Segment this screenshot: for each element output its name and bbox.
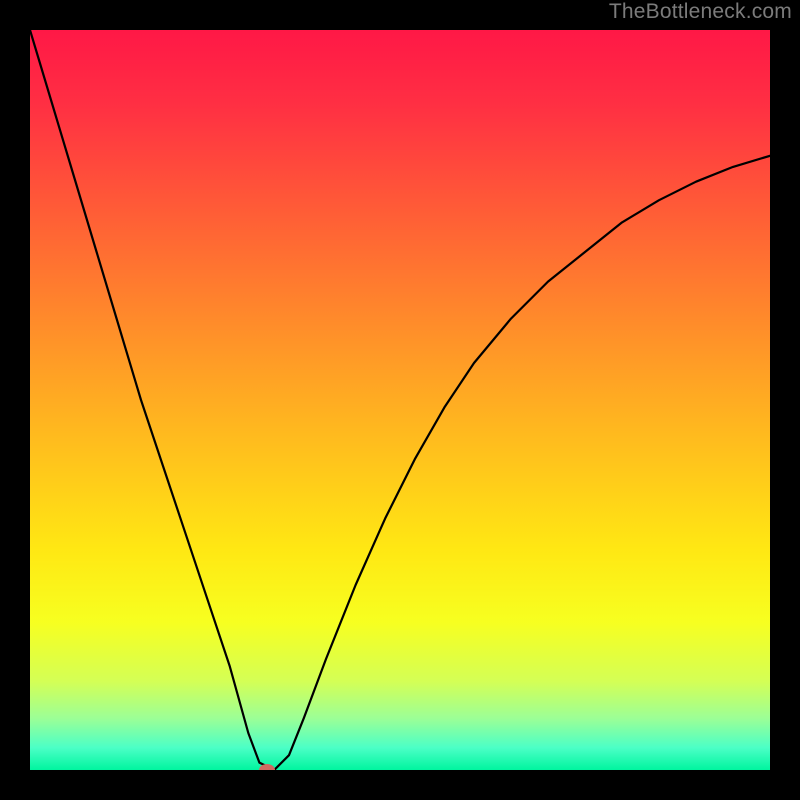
plot-area <box>30 30 770 770</box>
minimum-point-marker <box>259 764 275 770</box>
watermark-text: TheBottleneck.com <box>609 0 792 24</box>
chart-frame: TheBottleneck.com <box>0 0 800 800</box>
bottleneck-curve <box>30 30 770 770</box>
